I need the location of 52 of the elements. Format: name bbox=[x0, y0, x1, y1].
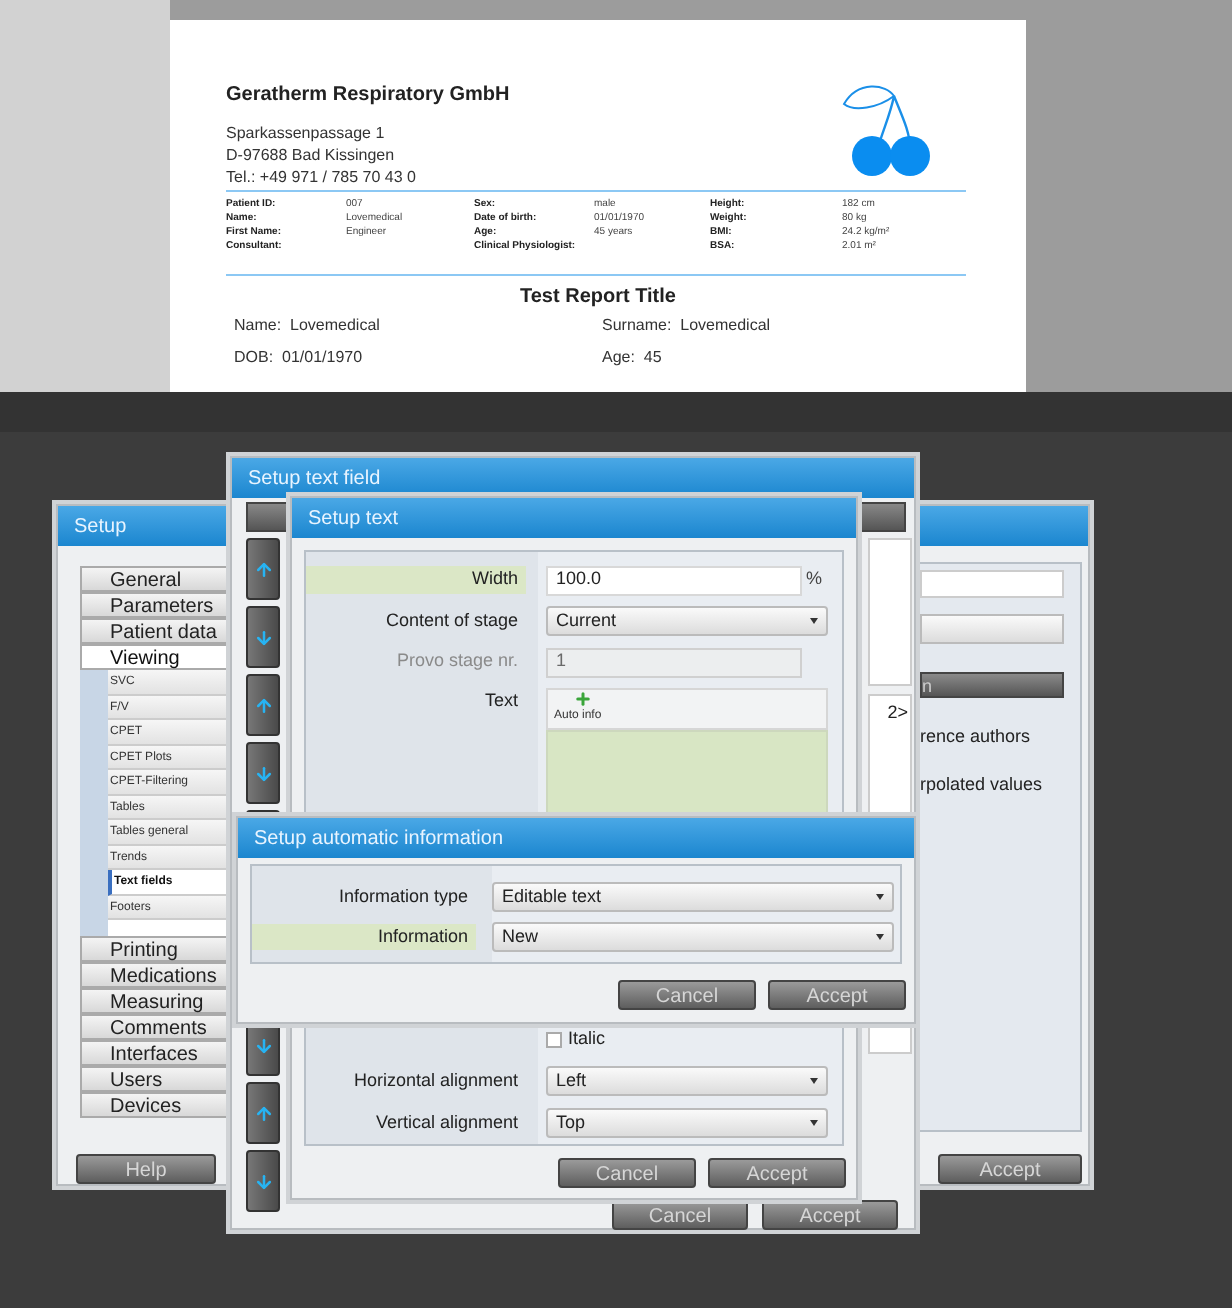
caret-icon bbox=[876, 894, 884, 900]
move-down-button[interactable] bbox=[246, 606, 280, 668]
move-up-button[interactable] bbox=[246, 1082, 280, 1144]
dropdown[interactable]: Top bbox=[546, 1108, 828, 1138]
field-label: Horizontal alignment bbox=[353, 1067, 520, 1094]
field-label: Information bbox=[252, 923, 476, 951]
company-name: Geratherm Respiratory GmbH bbox=[226, 82, 510, 110]
caret-icon bbox=[810, 1078, 818, 1084]
address-line: Tel.: +49 971 / 785 70 43 0 bbox=[226, 166, 418, 188]
move-down-button[interactable] bbox=[246, 1150, 280, 1212]
report-field: Name: Lovemedical bbox=[234, 314, 602, 338]
field-label: Information type bbox=[338, 883, 470, 910]
report-title: Test Report Title bbox=[520, 284, 676, 312]
panel-button[interactable]: n bbox=[920, 672, 1064, 698]
move-up-button[interactable] bbox=[246, 538, 280, 600]
plus-icon bbox=[574, 690, 592, 708]
field-label: Provo stage nr. bbox=[396, 648, 520, 675]
address-line: D-97688 Bad Kissingen bbox=[226, 144, 397, 166]
report-field: Age: 45 bbox=[602, 346, 970, 370]
caret-icon bbox=[876, 934, 884, 940]
text-field[interactable] bbox=[920, 570, 1064, 598]
caret-icon bbox=[810, 1120, 818, 1126]
checkbox-label: Italic bbox=[568, 1026, 606, 1053]
text-field[interactable]: 100.0 bbox=[546, 565, 802, 595]
unit-label: % bbox=[806, 566, 823, 593]
window-title: Setup text bbox=[292, 498, 856, 538]
checkbox[interactable] bbox=[546, 1032, 562, 1048]
caret-icon bbox=[810, 618, 818, 624]
option-label: rence authors bbox=[920, 724, 1033, 750]
address-line: Sparkassenpassage 1 bbox=[226, 122, 387, 144]
dropdown[interactable]: Left bbox=[546, 1066, 828, 1096]
field-label: Text bbox=[484, 688, 520, 714]
arrow-down-icon bbox=[253, 763, 273, 783]
arrow-up-icon bbox=[253, 1103, 273, 1123]
field-label: Content of stage bbox=[385, 607, 520, 634]
text-fragment: 2> bbox=[887, 700, 908, 726]
dropdown[interactable]: New bbox=[492, 922, 894, 952]
arrow-down-icon bbox=[253, 627, 273, 647]
option-label: rpolated values bbox=[920, 771, 1045, 798]
window-title: Setup automatic information bbox=[238, 818, 914, 858]
field-label: Width bbox=[306, 566, 526, 594]
arrow-down-icon bbox=[253, 1171, 273, 1191]
move-down-button[interactable] bbox=[246, 742, 280, 804]
arrow-up-icon bbox=[253, 695, 273, 715]
arrow-down-icon bbox=[253, 1035, 273, 1055]
dropdown[interactable]: Current bbox=[546, 606, 828, 636]
report-field: Surname: Lovemedical bbox=[602, 314, 970, 338]
move-up-button[interactable] bbox=[246, 674, 280, 736]
field-label: Vertical alignment bbox=[375, 1109, 520, 1136]
arrow-up-icon bbox=[253, 559, 273, 579]
report-field: DOB: 01/01/1970 bbox=[234, 346, 602, 370]
dropdown[interactable]: Editable text bbox=[492, 882, 894, 912]
